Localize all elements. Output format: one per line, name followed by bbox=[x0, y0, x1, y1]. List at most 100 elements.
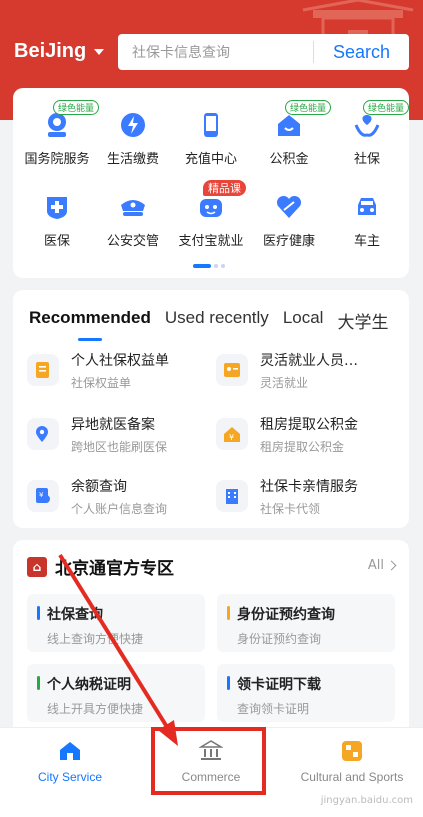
service-car[interactable]: 车主 bbox=[327, 192, 407, 249]
service-recharge[interactable]: 充值中心 bbox=[171, 110, 251, 167]
rec-item[interactable]: 异地就医备案 跨地区也能刷医保 bbox=[27, 410, 217, 458]
rec-item-title: 租房提取公积金 bbox=[260, 416, 358, 433]
rec-item-title: 异地就医备案 bbox=[71, 416, 155, 433]
search-box[interactable]: 社保卡信息查询 Search bbox=[118, 34, 409, 70]
tile-accent-bar bbox=[37, 606, 40, 620]
rec-item[interactable]: ¥ 余额查询个人账户信息查询 bbox=[27, 472, 217, 520]
zone-tile[interactable]: 社保查询 线上查询方便快捷 bbox=[27, 594, 205, 652]
service-gov[interactable]: 绿色能量 国务院服务 bbox=[17, 100, 100, 167]
police-cap-icon bbox=[118, 192, 148, 222]
tile-title: 个人纳税证明 bbox=[47, 677, 131, 693]
house-yen-icon: ¥ bbox=[216, 418, 248, 450]
nav-label: Cultural and Sports bbox=[300, 770, 404, 784]
service-health[interactable]: 医疗健康 bbox=[249, 192, 329, 249]
service-label: 医保 bbox=[43, 234, 70, 249]
service-label: 国务院服务 bbox=[24, 152, 90, 167]
zone-tile[interactable]: 个人纳税证明 线上开具方便快捷 bbox=[27, 664, 205, 722]
lightning-bill-icon bbox=[118, 110, 148, 140]
rec-item[interactable]: ¥ 租房提取公积金 租房提取公积金 bbox=[216, 410, 406, 458]
service-label: 支付宝就业 bbox=[178, 234, 244, 249]
page-dot bbox=[193, 264, 211, 268]
green-energy-badge: 绿色能量 bbox=[285, 100, 332, 115]
annotation-box bbox=[151, 727, 266, 795]
svg-text:¥: ¥ bbox=[229, 433, 234, 442]
services-card: 绿色能量 国务院服务 生活缴费 充值中心 绿色能量 公积金 绿色能量 社保 医保… bbox=[13, 88, 410, 278]
health-heart-icon bbox=[274, 192, 304, 222]
tile-accent-bar bbox=[227, 606, 230, 620]
nav-city-service[interactable]: City Service bbox=[0, 738, 140, 784]
rec-item[interactable]: 灵活就业人员… 灵活就业 bbox=[216, 346, 406, 394]
id-card-icon bbox=[216, 354, 248, 386]
car-icon bbox=[352, 192, 382, 222]
zone-tile[interactable]: 领卡证明下载 查询领卡证明 bbox=[217, 664, 395, 722]
service-bill[interactable]: 生活缴费 bbox=[93, 110, 173, 167]
location-plus-icon bbox=[27, 418, 59, 450]
zone-tile[interactable]: 身份证预约查询 身份证预约查询 bbox=[217, 594, 395, 652]
rec-item-sub: 个人账户信息查询 bbox=[71, 501, 168, 516]
rec-item-sub: 跨地区也能刷医保 bbox=[71, 439, 168, 454]
culture-sports-icon bbox=[339, 738, 365, 764]
service-label: 医疗健康 bbox=[262, 234, 315, 249]
search-button[interactable]: Search bbox=[314, 42, 409, 63]
rec-item-sub: 灵活就业 bbox=[260, 375, 309, 390]
view-all-label: All bbox=[367, 558, 384, 573]
page-indicator bbox=[193, 264, 225, 268]
balance-search-icon: ¥ bbox=[27, 480, 59, 512]
page-dot bbox=[221, 264, 225, 268]
rec-item[interactable]: 社保卡亲情服务 社保卡代领 bbox=[216, 472, 406, 520]
nav-label: City Service bbox=[37, 770, 102, 784]
beijing-logo-icon: ⌂ bbox=[27, 556, 47, 577]
premium-course-badge: 精品课 bbox=[203, 180, 246, 196]
service-label: 生活缴费 bbox=[106, 152, 159, 167]
rec-item-sub: 租房提取公积金 bbox=[260, 439, 345, 454]
tile-sub: 线上查询方便快捷 bbox=[47, 632, 144, 646]
view-all-link[interactable]: All bbox=[367, 558, 397, 573]
phone-recharge-icon bbox=[196, 110, 226, 140]
search-input[interactable]: 社保卡信息查询 bbox=[118, 42, 313, 62]
employment-robot-icon bbox=[196, 192, 226, 222]
service-social[interactable]: 绿色能量 社保 bbox=[327, 100, 410, 167]
rec-item-title: 个人社保权益单 bbox=[71, 352, 169, 369]
service-label: 公积金 bbox=[269, 152, 309, 167]
service-medical[interactable]: 医保 bbox=[17, 192, 97, 249]
tile-title: 身份证预约查询 bbox=[237, 607, 335, 623]
tile-sub: 线上开具方便快捷 bbox=[47, 702, 144, 716]
tile-accent-bar bbox=[227, 676, 230, 690]
svg-text:¥: ¥ bbox=[39, 491, 44, 499]
home-icon bbox=[57, 738, 83, 764]
page-dot bbox=[214, 264, 218, 268]
city-label: BeiJing bbox=[14, 40, 87, 62]
service-fund[interactable]: 绿色能量 公积金 bbox=[249, 100, 332, 167]
tile-title: 社保查询 bbox=[47, 607, 103, 623]
tab-used-recently[interactable]: Used recently bbox=[165, 308, 269, 333]
tab-recommended[interactable]: Recommended bbox=[29, 308, 151, 341]
tile-sub: 身份证预约查询 bbox=[237, 632, 322, 646]
rec-item-title: 余额查询 bbox=[71, 478, 127, 495]
watermark: jingyan.baidu.com bbox=[320, 795, 413, 806]
rec-item[interactable]: 个人社保权益单 社保权益单 bbox=[27, 346, 217, 394]
service-label: 公安交管 bbox=[106, 234, 159, 249]
green-energy-badge: 绿色能量 bbox=[363, 100, 410, 115]
tile-sub: 查询领卡证明 bbox=[237, 702, 310, 716]
service-employment[interactable]: 精品课 支付宝就业 bbox=[171, 180, 251, 249]
tab-local[interactable]: Local bbox=[283, 308, 324, 333]
tab-college[interactable]: 大学生 bbox=[337, 308, 388, 333]
nav-cultural-sports[interactable]: Cultural and Sports bbox=[282, 738, 422, 784]
caret-down-icon bbox=[94, 48, 105, 55]
recommended-card: Recommended Used recently Local 大学生 个人社保… bbox=[13, 290, 409, 528]
service-label: 社保 bbox=[353, 152, 380, 167]
service-police[interactable]: 公安交管 bbox=[93, 192, 173, 249]
building-icon bbox=[216, 480, 248, 512]
beijing-zone-card: ⌂ 北京通官方专区 All 社保查询 线上查询方便快捷 身份证预约查询 身份证预… bbox=[13, 540, 409, 740]
rec-item-sub: 社保权益单 bbox=[71, 375, 132, 390]
rec-item-title: 社保卡亲情服务 bbox=[260, 478, 358, 495]
document-icon bbox=[27, 354, 59, 386]
city-selector[interactable]: BeiJing bbox=[14, 40, 105, 63]
rec-item-title: 灵活就业人员… bbox=[260, 352, 358, 369]
chevron-right-icon bbox=[386, 560, 397, 571]
medical-insurance-icon bbox=[42, 192, 72, 222]
service-label: 车主 bbox=[353, 234, 380, 249]
service-label: 充值中心 bbox=[184, 152, 237, 167]
tile-title: 领卡证明下载 bbox=[237, 677, 321, 693]
recommended-tabs: Recommended Used recently Local 大学生 bbox=[29, 308, 388, 341]
